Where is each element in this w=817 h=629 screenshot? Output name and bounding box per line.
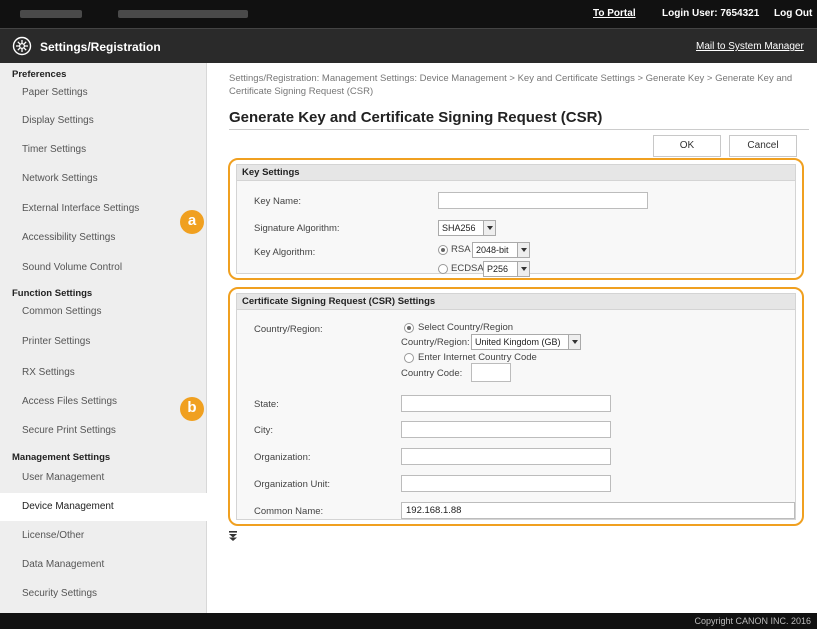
enter-country-code-label: Enter Internet Country Code bbox=[418, 352, 537, 363]
chevron-down-icon bbox=[517, 243, 529, 257]
chevron-down-icon bbox=[568, 335, 580, 349]
logout-link[interactable]: Log Out bbox=[774, 8, 812, 19]
sidebar-item-secure-print-settings[interactable]: Secure Print Settings bbox=[0, 417, 207, 445]
page-title: Generate Key and Certificate Signing Req… bbox=[229, 109, 603, 126]
rsa-key-length-select[interactable]: 2048-bit bbox=[472, 242, 530, 258]
common-name-label: Common Name: bbox=[254, 506, 324, 517]
enter-country-code-radio[interactable] bbox=[404, 353, 414, 363]
rsa-label: RSA bbox=[451, 244, 471, 255]
ecdsa-label: ECDSA bbox=[451, 263, 484, 274]
key-settings-panel: Key Settings Key Name: Signature Algorit… bbox=[228, 158, 804, 280]
to-portal-link[interactable]: To Portal bbox=[593, 8, 636, 19]
blurred-device-name bbox=[20, 10, 82, 18]
rsa-radio[interactable] bbox=[438, 245, 448, 255]
country-region-value: United Kingdom (GB) bbox=[475, 337, 561, 347]
copyright-text: Copyright CANON INC. 2016 bbox=[694, 616, 811, 626]
organization-label: Organization: bbox=[254, 452, 311, 463]
blurred-device-path bbox=[118, 10, 248, 18]
ecdsa-curve-select[interactable]: P256 bbox=[483, 261, 530, 277]
state-label: State: bbox=[254, 399, 279, 410]
organization-unit-label: Organization Unit: bbox=[254, 479, 331, 490]
csr-settings-section: Certificate Signing Request (CSR) Settin… bbox=[236, 293, 796, 520]
sidebar-item-common-settings[interactable]: Common Settings bbox=[0, 298, 207, 326]
country-code-input[interactable] bbox=[471, 363, 511, 382]
sidebar-item-timer-settings[interactable]: Timer Settings bbox=[0, 136, 207, 164]
sidebar-item-access-files-settings[interactable]: Access Files Settings bbox=[0, 388, 207, 416]
title-bar: Settings/Registration Mail to System Man… bbox=[0, 28, 817, 63]
organization-unit-input[interactable] bbox=[401, 475, 611, 492]
state-input[interactable] bbox=[401, 395, 611, 412]
chevron-down-icon bbox=[517, 262, 529, 276]
sidebar-item-printer-settings[interactable]: Printer Settings bbox=[0, 328, 207, 356]
key-algorithm-label: Key Algorithm: bbox=[254, 247, 316, 258]
country-region-select-label: Country/Region: bbox=[401, 337, 470, 348]
title-divider bbox=[229, 129, 809, 130]
sidebar-item-data-management[interactable]: Data Management bbox=[0, 551, 207, 579]
csr-settings-heading: Certificate Signing Request (CSR) Settin… bbox=[237, 294, 795, 310]
sidebar-heading-management-settings: Management Settings bbox=[12, 452, 111, 463]
signature-algorithm-label: Signature Algorithm: bbox=[254, 223, 340, 234]
key-settings-heading: Key Settings bbox=[237, 165, 795, 181]
rsa-key-length-value: 2048-bit bbox=[476, 245, 509, 255]
settings-gear-icon bbox=[12, 36, 32, 56]
sidebar-item-accessibility-settings[interactable]: Accessibility Settings bbox=[0, 224, 207, 252]
top-bar: To Portal Login User: 7654321 Log Out bbox=[0, 0, 817, 28]
sidebar-item-sound-volume-control[interactable]: Sound Volume Control bbox=[0, 254, 207, 282]
signature-algorithm-value: SHA256 bbox=[442, 223, 476, 233]
cancel-button[interactable]: Cancel bbox=[729, 135, 797, 157]
main-content: Settings/Registration: Management Settin… bbox=[180, 63, 817, 613]
sidebar-item-license-other[interactable]: License/Other bbox=[0, 522, 207, 550]
app-title: Settings/Registration bbox=[40, 40, 161, 54]
select-country-radio[interactable] bbox=[404, 323, 414, 333]
mail-to-system-manager-link[interactable]: Mail to System Manager bbox=[696, 41, 804, 52]
sidebar: Preferences Paper Settings Display Setti… bbox=[0, 63, 207, 613]
back-to-top-icon[interactable] bbox=[229, 531, 237, 541]
city-input[interactable] bbox=[401, 421, 611, 438]
key-settings-section: Key Settings Key Name: Signature Algorit… bbox=[236, 164, 796, 277]
key-name-input[interactable] bbox=[438, 192, 648, 209]
signature-algorithm-select[interactable]: SHA256 bbox=[438, 220, 496, 236]
city-label: City: bbox=[254, 425, 273, 436]
organization-input[interactable] bbox=[401, 448, 611, 465]
ok-button[interactable]: OK bbox=[653, 135, 721, 157]
sidebar-item-paper-settings[interactable]: Paper Settings bbox=[0, 79, 207, 107]
sidebar-item-display-settings[interactable]: Display Settings bbox=[0, 107, 207, 135]
sidebar-item-security-settings[interactable]: Security Settings bbox=[0, 580, 207, 608]
select-country-label: Select Country/Region bbox=[418, 322, 514, 333]
callout-badge-b: b bbox=[180, 397, 204, 421]
footer-bar: Copyright CANON INC. 2016 bbox=[0, 613, 817, 629]
ecdsa-curve-value: P256 bbox=[487, 264, 509, 274]
login-user-label: Login User: 7654321 bbox=[662, 8, 760, 19]
breadcrumb: Settings/Registration: Management Settin… bbox=[229, 73, 793, 97]
csr-settings-panel: Certificate Signing Request (CSR) Settin… bbox=[228, 287, 804, 526]
sidebar-item-network-settings[interactable]: Network Settings bbox=[0, 165, 207, 193]
country-region-select[interactable]: United Kingdom (GB) bbox=[471, 334, 581, 350]
chevron-down-icon bbox=[483, 221, 495, 235]
common-name-input[interactable] bbox=[401, 502, 795, 519]
callout-badge-a: a bbox=[180, 210, 204, 234]
country-code-label: Country Code: bbox=[401, 368, 463, 379]
sidebar-item-user-management[interactable]: User Management bbox=[0, 464, 207, 492]
sidebar-item-external-interface-settings[interactable]: External Interface Settings bbox=[0, 195, 207, 223]
sidebar-item-device-management[interactable]: Device Management bbox=[0, 493, 207, 521]
ecdsa-radio[interactable] bbox=[438, 264, 448, 274]
sidebar-item-rx-settings[interactable]: RX Settings bbox=[0, 359, 207, 387]
key-name-label: Key Name: bbox=[254, 196, 301, 207]
country-region-label: Country/Region: bbox=[254, 324, 323, 335]
